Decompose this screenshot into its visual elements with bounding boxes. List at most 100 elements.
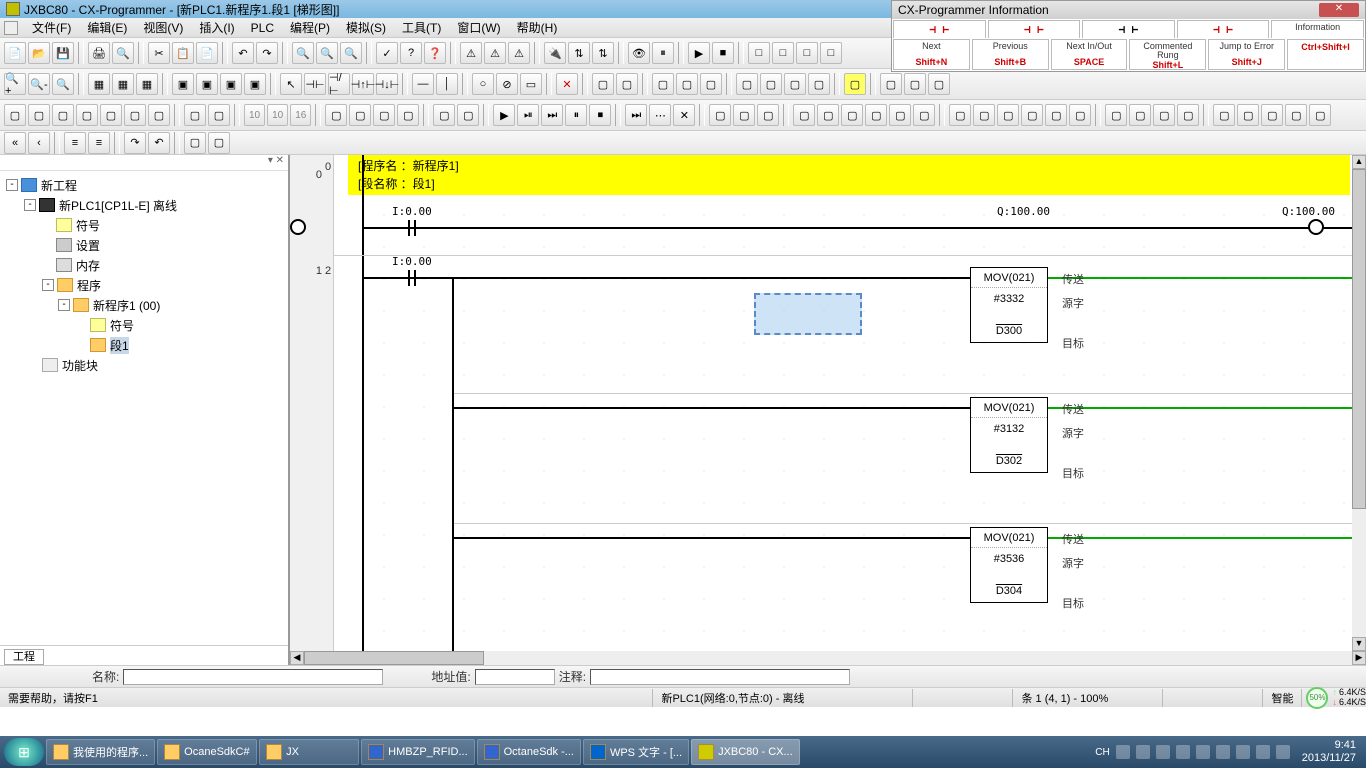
- task-btn-1[interactable]: OcaneSdkC#: [157, 739, 257, 765]
- task-btn-3[interactable]: HMBZP_RFID...: [361, 739, 474, 765]
- hscroll-track[interactable]: [304, 651, 1352, 665]
- address-field-input[interactable]: [475, 669, 555, 685]
- tray-icon-2[interactable]: [1136, 745, 1150, 759]
- tb3-d2[interactable]: ▢: [733, 104, 755, 126]
- tb-grid[interactable]: ▦: [88, 73, 110, 95]
- comment-field-input[interactable]: [590, 669, 850, 685]
- tb3-num10b[interactable]: 10: [267, 104, 288, 126]
- tb-vline[interactable]: │: [436, 73, 458, 95]
- rung-0-coil[interactable]: [290, 219, 306, 235]
- tb3-more[interactable]: ⋯: [649, 104, 671, 126]
- tb-zoom-in[interactable]: 🔍+: [4, 73, 26, 95]
- tb-run[interactable]: ▶: [688, 42, 710, 64]
- tb-xfer[interactable]: ⇅: [568, 42, 590, 64]
- tb3-clear[interactable]: ✕: [673, 104, 695, 126]
- task-btn-2[interactable]: JX: [259, 739, 359, 765]
- tb-pause[interactable]: ⏸: [652, 42, 674, 64]
- tb-contact-n[interactable]: ⊣↓⊢: [376, 73, 398, 95]
- tree-toggle-plc[interactable]: -: [24, 199, 36, 211]
- tb3-h1[interactable]: ▢: [1213, 104, 1235, 126]
- tb-ext11[interactable]: ▢: [880, 73, 902, 95]
- tb-grid2[interactable]: ▦: [112, 73, 134, 95]
- tb3-b3[interactable]: ▢: [373, 104, 395, 126]
- vscroll-thumb[interactable]: [1352, 169, 1366, 509]
- menu-simulate[interactable]: 模拟(S): [338, 19, 394, 36]
- tb3-d3[interactable]: ▢: [757, 104, 779, 126]
- ladder-vscroll[interactable]: ▲ ▼: [1352, 155, 1366, 651]
- tb-ext4[interactable]: ▢: [676, 73, 698, 95]
- tb3-h3[interactable]: ▢: [1261, 104, 1283, 126]
- tb3-c2[interactable]: ▢: [457, 104, 479, 126]
- tb-cut[interactable]: ✂: [148, 42, 170, 64]
- rung-0-contact[interactable]: [400, 217, 424, 239]
- mov-box-2[interactable]: MOV(021) #3132 D302: [970, 397, 1048, 473]
- tray-icon-7[interactable]: [1236, 745, 1250, 759]
- tb-find2[interactable]: 🔍: [316, 42, 338, 64]
- tb-copy[interactable]: 📋: [172, 42, 194, 64]
- tb-ext5[interactable]: ▢: [700, 73, 722, 95]
- ladder-editor[interactable]: 0 0 1 2 [程序名 ：新程序1] [段名称 ：段1] I:0.00: [290, 155, 1366, 665]
- task-btn-6[interactable]: JXBC80 - CX...: [691, 739, 800, 765]
- tb3-num16[interactable]: 16: [290, 104, 311, 126]
- menu-tools[interactable]: 工具(T): [394, 19, 449, 36]
- tb-grid3[interactable]: ▦: [136, 73, 158, 95]
- task-btn-0[interactable]: 我使用的程序...: [46, 739, 155, 765]
- name-field-input[interactable]: [123, 669, 383, 685]
- chev-7[interactable]: ▢: [184, 132, 206, 154]
- tray-icon-3[interactable]: [1156, 745, 1170, 759]
- tb3-f5[interactable]: ▢: [1045, 104, 1067, 126]
- info-panel-close-button[interactable]: ✕: [1319, 3, 1359, 17]
- chev-3[interactable]: ≡: [64, 132, 86, 154]
- tb-view2[interactable]: ▣: [196, 73, 218, 95]
- tb3-stop[interactable]: ⏹: [589, 104, 611, 126]
- tb-contact-no[interactable]: ⊣⊢: [304, 73, 326, 95]
- tb-ext8[interactable]: ▢: [784, 73, 806, 95]
- tb3-play2[interactable]: ⏯: [517, 104, 539, 126]
- tb3-a9[interactable]: ▢: [208, 104, 230, 126]
- task-btn-4[interactable]: OctaneSdk -...: [477, 739, 581, 765]
- tb3-h4[interactable]: ▢: [1285, 104, 1307, 126]
- tree-toggle-programs[interactable]: -: [42, 279, 54, 291]
- info-panel-titlebar[interactable]: CX-Programmer Information ✕: [892, 1, 1365, 19]
- tb-open[interactable]: 📂: [28, 42, 50, 64]
- tb-ext12[interactable]: ▢: [904, 73, 926, 95]
- tb-del-hline[interactable]: ✕: [556, 73, 578, 95]
- tb-paste[interactable]: 📄: [196, 42, 218, 64]
- tray-icon-4[interactable]: [1176, 745, 1190, 759]
- tb3-c1[interactable]: ▢: [433, 104, 455, 126]
- tb-misc4[interactable]: □: [820, 42, 842, 64]
- tb-preview[interactable]: 🔍: [112, 42, 134, 64]
- tree-tab-project[interactable]: 工程: [4, 649, 44, 665]
- tb3-a1[interactable]: ▢: [4, 104, 26, 126]
- tb-warn[interactable]: ⚠: [460, 42, 482, 64]
- tb-ext9[interactable]: ▢: [808, 73, 830, 95]
- taskbar-clock[interactable]: 9:41 2013/11/27: [1296, 739, 1362, 765]
- tb3-f2[interactable]: ▢: [973, 104, 995, 126]
- menu-window[interactable]: 窗口(W): [449, 19, 508, 36]
- tb-ext2[interactable]: ▢: [616, 73, 638, 95]
- ime-indicator[interactable]: CH: [1095, 747, 1109, 758]
- tb3-a5[interactable]: ▢: [100, 104, 122, 126]
- tb3-e5[interactable]: ▢: [889, 104, 911, 126]
- tree-prog-symbols[interactable]: 符号: [2, 315, 286, 335]
- tree-memory[interactable]: 内存: [2, 255, 286, 275]
- tb-zoom-out[interactable]: 🔍-: [28, 73, 50, 95]
- tree-function-block[interactable]: 功能块: [2, 355, 286, 375]
- tb3-b4[interactable]: ▢: [397, 104, 419, 126]
- rung-1-contact[interactable]: [400, 267, 424, 289]
- ladder-selection-box[interactable]: [754, 293, 862, 335]
- tb-help[interactable]: ?: [400, 42, 422, 64]
- tree-programs[interactable]: - 程序: [2, 275, 286, 295]
- tb-xfer2[interactable]: ⇅: [592, 42, 614, 64]
- tb3-e4[interactable]: ▢: [865, 104, 887, 126]
- tb-hline[interactable]: —: [412, 73, 434, 95]
- hscroll-left-arrow[interactable]: ◀: [290, 651, 304, 665]
- tb-view3[interactable]: ▣: [220, 73, 242, 95]
- tb-coil-n[interactable]: ⊘: [496, 73, 518, 95]
- tb3-e2[interactable]: ▢: [817, 104, 839, 126]
- tb3-e6[interactable]: ▢: [913, 104, 935, 126]
- tb-stop[interactable]: ■: [712, 42, 734, 64]
- tb-view4[interactable]: ▣: [244, 73, 266, 95]
- tb3-g1[interactable]: ▢: [1105, 104, 1127, 126]
- tb3-f6[interactable]: ▢: [1069, 104, 1091, 126]
